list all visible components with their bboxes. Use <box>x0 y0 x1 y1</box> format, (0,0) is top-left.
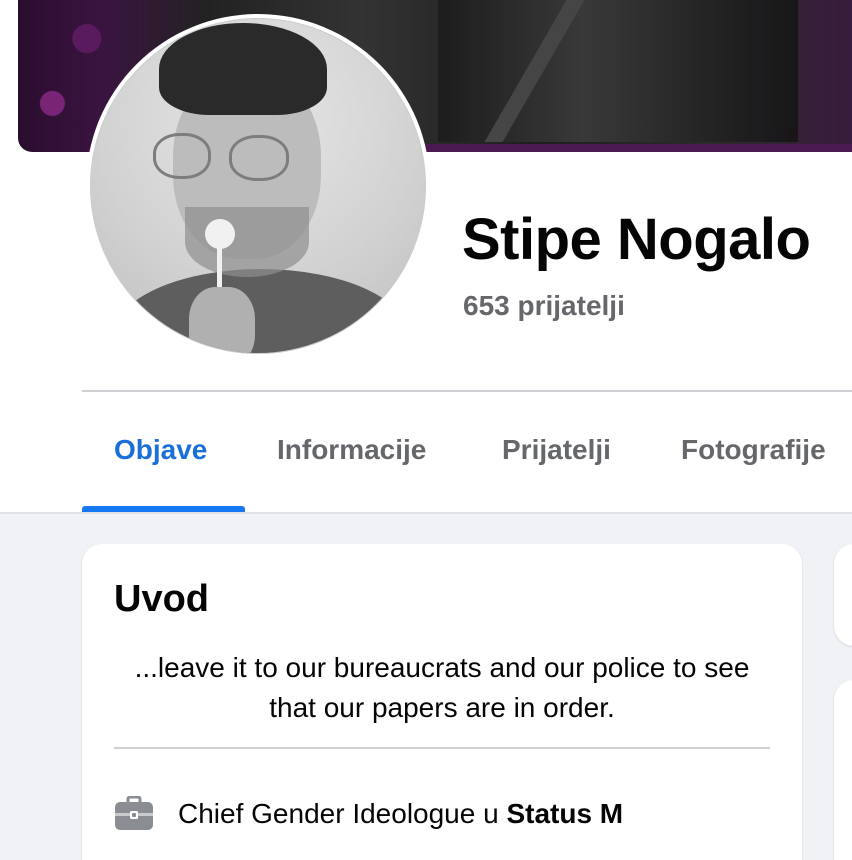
avatar-hand <box>189 287 255 353</box>
avatar-glasses-left <box>153 133 211 179</box>
work-role: Chief Gender Ideologue u <box>178 798 507 829</box>
intro-bio: ...leave it to our bureaucrats and our p… <box>134 652 750 723</box>
work-text: Chief Gender Ideologue u Status M <box>178 798 623 830</box>
cover-photo-band <box>418 144 852 152</box>
avatar-beard <box>185 207 309 277</box>
tab-prijatelji[interactable]: Prijatelji <box>502 434 611 466</box>
side-card <box>834 544 852 646</box>
tab-objave[interactable]: Objave <box>114 434 207 466</box>
profile-name: Stipe Nogalo <box>462 207 811 272</box>
avatar-shirt <box>111 269 411 353</box>
header-divider <box>82 390 852 392</box>
avatar-hair <box>159 23 327 115</box>
profile-tabs: Objave Informacije Prijatelji Fotografij… <box>82 416 852 512</box>
briefcase-icon <box>115 796 153 830</box>
avatar-photo <box>90 18 426 354</box>
tab-fotografije[interactable]: Fotografije <box>681 434 826 466</box>
work-company-link[interactable]: Status M <box>506 798 623 829</box>
cover-photo-figure <box>438 0 798 142</box>
avatar-lollipop <box>205 219 235 249</box>
friends-count[interactable]: 653 prijatelji <box>463 290 625 322</box>
profile-avatar[interactable] <box>86 14 430 358</box>
avatar-glasses-right <box>229 135 289 181</box>
tab-informacije[interactable]: Informacije <box>277 434 426 466</box>
intro-title: Uvod <box>114 578 209 620</box>
intro-card: Uvod ...leave it to our bureaucrats and … <box>82 544 802 860</box>
intro-divider <box>114 747 770 749</box>
side-card <box>834 680 852 860</box>
work-info-row: Chief Gender Ideologue u Status M <box>114 794 623 834</box>
